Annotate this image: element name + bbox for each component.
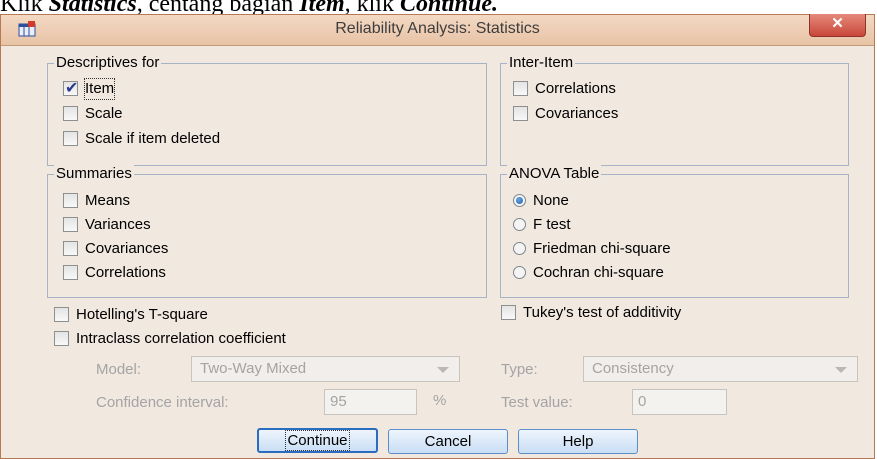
close-button[interactable]: ✕ [809, 14, 866, 37]
covariances-label: Covariances [85, 240, 169, 257]
cancel-button[interactable]: Cancel [388, 429, 508, 454]
checkbox-icon[interactable] [63, 106, 78, 121]
correlations-label: Correlations [85, 264, 166, 281]
scale-label: Scale [85, 105, 123, 122]
radio-selected-icon[interactable] [513, 194, 526, 207]
model-label: Model: [96, 361, 142, 378]
variances-label: Variances [85, 216, 151, 233]
checkbox-icon[interactable] [513, 81, 528, 96]
checkbox-checked-icon[interactable] [63, 79, 78, 99]
means-label: Means [85, 192, 131, 209]
checkbox-icon[interactable] [63, 217, 78, 232]
anova-legend: ANOVA Table [507, 165, 602, 182]
none-label: None [533, 192, 569, 209]
type-label: Type: [501, 361, 538, 378]
checkbox-icon[interactable] [63, 131, 78, 146]
checkbox-icon[interactable] [63, 241, 78, 256]
radio-icon[interactable] [513, 218, 526, 231]
type-dropdown[interactable]: Consistency [583, 356, 858, 382]
scale-if-item-deleted-label: Scale if item deleted [85, 130, 221, 147]
checkbox-icon[interactable] [501, 305, 516, 320]
test-value-label: Test value: [501, 394, 573, 411]
model-dropdown[interactable]: Two-Way Mixed [191, 356, 460, 382]
confidence-interval-label: Confidence interval: [96, 394, 229, 411]
help-button[interactable]: Help [518, 429, 638, 454]
checkbox-icon[interactable] [513, 106, 528, 121]
dialog-title: Reliability Analysis: Statistics [335, 20, 540, 37]
close-icon: ✕ [831, 15, 844, 32]
hotelling-label: Hotelling's T-square [76, 306, 208, 323]
covariances-label: Covariances [535, 105, 619, 122]
intraclass-label: Intraclass correlation coefficient [76, 330, 286, 347]
help-label: Help [562, 433, 594, 450]
tukey-label: Tukey's test of additivity [523, 304, 682, 321]
chevron-down-icon [835, 367, 847, 373]
cancel-label: Cancel [424, 433, 472, 450]
cochran-label: Cochran chi-square [533, 264, 664, 281]
chevron-down-icon [437, 367, 449, 373]
item-label: Item [83, 78, 116, 100]
type-value: Consistency [592, 360, 674, 377]
descriptives-legend: Descriptives for [54, 54, 162, 71]
title-bar[interactable]: Reliability Analysis: Statistics ✕ [1, 14, 874, 46]
continue-label: Continue [285, 430, 350, 451]
confidence-interval-input[interactable]: 95 [324, 389, 417, 415]
model-value: Two-Way Mixed [200, 360, 307, 377]
radio-icon[interactable] [513, 266, 526, 279]
test-value-input[interactable]: 0 [632, 389, 727, 415]
instruction-caption: Klik Statistics, centang bagian Item, kl… [0, 0, 498, 16]
inter-item-legend: Inter-Item [507, 54, 576, 71]
checkbox-icon[interactable] [63, 265, 78, 280]
checkbox-icon[interactable] [63, 193, 78, 208]
percent-unit: % [433, 392, 447, 409]
summaries-legend: Summaries [54, 165, 134, 182]
friedman-label: Friedman chi-square [533, 240, 671, 257]
checkbox-icon[interactable] [54, 307, 69, 322]
correlations-label: Correlations [535, 80, 616, 97]
f-test-label: F test [533, 216, 571, 233]
radio-icon[interactable] [513, 242, 526, 255]
reliability-statistics-dialog: Reliability Analysis: Statistics ✕ Descr… [0, 14, 875, 459]
continue-button[interactable]: Continue [257, 428, 378, 453]
checkbox-icon[interactable] [54, 331, 69, 346]
